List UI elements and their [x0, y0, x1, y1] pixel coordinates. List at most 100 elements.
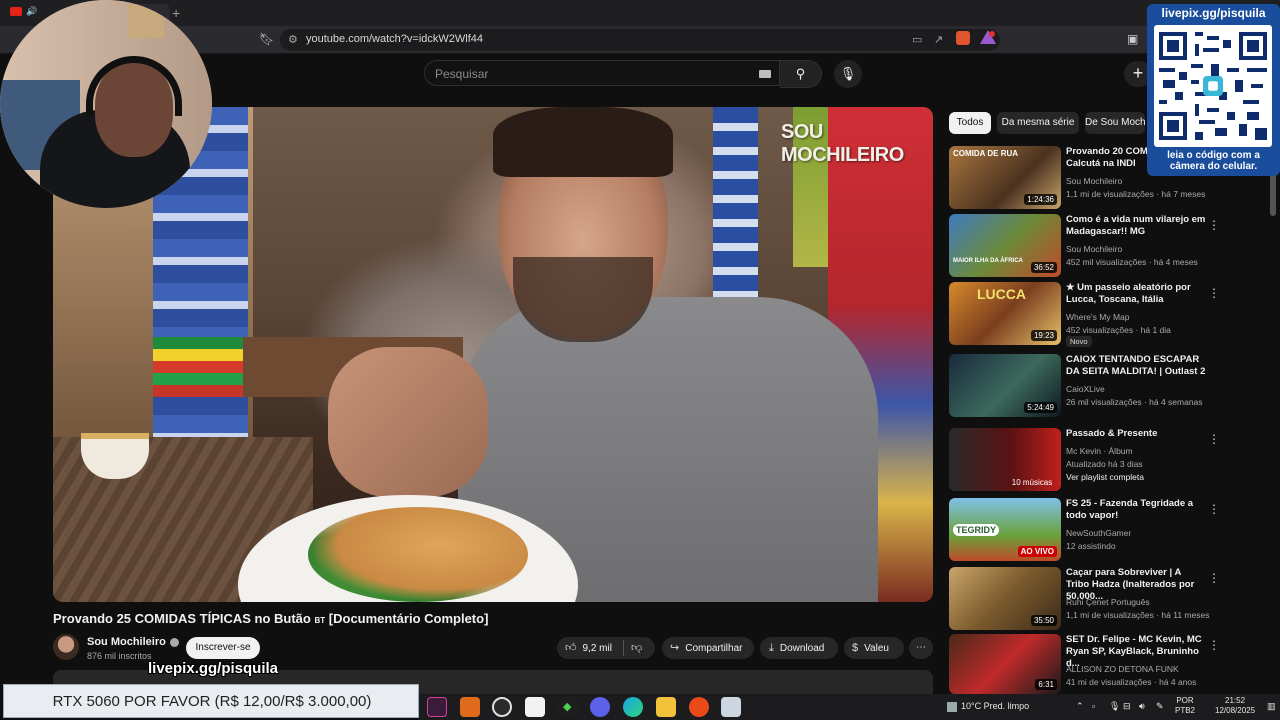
video-title[interactable]: ★ Um passeio aleatório por Lucca, Toscan… — [1066, 282, 1206, 306]
video-thumbnail[interactable]: 6:31 — [949, 634, 1061, 694]
search-button[interactable]: ⚲ — [780, 60, 822, 88]
list-item[interactable]: 5:24:49 CAIOX TENTANDO ESCAPAR DA SEITA … — [949, 354, 1269, 418]
video-meta: 452 visualizações · há 1 dia — [1066, 325, 1171, 335]
taskbar: ◆ 10°C Pred. limpo ⌃ ▫ 🎙︎ ⊟ 🔊︎ ✎ POR PTB2… — [419, 694, 1280, 720]
app-icon-ableton[interactable] — [460, 697, 480, 717]
tray-overflow-icon[interactable]: ⌃ — [1076, 701, 1084, 712]
list-item[interactable]: MAIOR ILHA DA ÁFRICA 36:52 Como é a vida… — [949, 214, 1269, 278]
channel-name[interactable]: NewSouthGamer — [1066, 528, 1131, 538]
channel-avatar[interactable] — [53, 634, 79, 660]
microphone-icon[interactable]: 🎙︎ — [1109, 701, 1120, 712]
verified-icon — [169, 637, 179, 647]
video-thumbnail[interactable]: LUCCA 19:23 — [949, 282, 1061, 345]
volume-icon[interactable]: 🔊︎ — [1139, 701, 1145, 712]
list-item[interactable]: LUCCA 19:23 ★ Um passeio aleatório por L… — [949, 282, 1269, 347]
chip-all[interactable]: Todos — [949, 112, 991, 134]
list-item[interactable]: 10 músicas Passado & Presente Mc Kevin ·… — [949, 428, 1269, 492]
dislike-button[interactable]: 👎︎ — [631, 637, 648, 660]
video-thumbnail[interactable]: 35:50 — [949, 567, 1061, 630]
app-icon-notes[interactable] — [721, 697, 741, 717]
clock[interactable]: 21:52 12/08/2025 — [1215, 696, 1255, 716]
qr-instructions: leia o código com a câmera do celular. — [1147, 150, 1280, 172]
pen-icon[interactable]: ✎ — [1156, 701, 1164, 712]
app-icon-discord[interactable] — [590, 697, 610, 717]
cast-icon[interactable]: ▭ — [912, 33, 922, 46]
video-meta: 1,1 mi de visualizações · há 11 meses — [1066, 610, 1210, 620]
list-item[interactable]: 6:31 SET Dr. Felipe - MC Kevin, MC Ryan … — [949, 634, 1269, 694]
thanks-button[interactable]: $ Valeu — [844, 637, 904, 659]
app-icon-origin[interactable] — [689, 697, 709, 717]
sidebar-toggle-icon[interactable]: ▣ — [1127, 32, 1138, 46]
new-badge: Novo — [1066, 336, 1092, 347]
video-thumbnail[interactable]: TEGRIDY AO VIVO — [949, 498, 1061, 561]
tray-app-icon[interactable]: ▫ — [1092, 701, 1095, 711]
app-icon-epic[interactable] — [525, 697, 545, 717]
scene-pillar-bands — [153, 337, 248, 397]
site-info-icon[interactable]: ⚙ — [288, 33, 298, 46]
more-icon[interactable]: ⋮ — [1208, 638, 1220, 652]
brave-rewards-icon[interactable] — [980, 30, 996, 44]
channel-name[interactable]: Sou Mochileiro — [1066, 244, 1122, 254]
more-icon: ⋯ — [916, 642, 926, 653]
usb-icon[interactable]: ⊟ — [1123, 701, 1131, 712]
bookmark-icon[interactable]: 🔖︎ — [259, 32, 274, 46]
language-indicator[interactable]: POR PTB2 — [1175, 696, 1195, 716]
duration-badge: 35:50 — [1030, 615, 1057, 626]
thanks-icon: $ — [852, 642, 859, 654]
thumbs-down-icon: 👎︎ — [631, 642, 643, 654]
chip-same-series[interactable]: Da mesma série — [997, 112, 1079, 134]
more-icon[interactable]: ⋮ — [1208, 432, 1220, 446]
channel-name[interactable]: Ruhi Çenet Português — [1066, 597, 1150, 607]
keyboard-icon[interactable] — [759, 70, 771, 78]
address-bar[interactable]: ⚙ youtube.com/watch?v=idckW2Wlf44 ▭ ↗ — [280, 29, 1000, 51]
weather-widget[interactable]: 10°C Pred. limpo — [947, 701, 1029, 712]
channel-name[interactable]: Sou Mochileiro — [87, 636, 179, 648]
channel-name[interactable]: ALLISON ZO DETONA FUNK — [1066, 664, 1179, 674]
video-title[interactable]: Como é a vida num vilarejo em Madagascar… — [1066, 214, 1206, 238]
channel-name[interactable]: Where's My Map — [1066, 312, 1130, 322]
notification-icon[interactable]: ▥ — [1267, 701, 1276, 712]
thumbnail-text: LUCCA — [977, 286, 1026, 302]
duration-badge: 5:24:49 — [1024, 402, 1057, 413]
channel-name[interactable]: CaioXLive — [1066, 384, 1105, 394]
more-icon[interactable]: ⋮ — [1208, 502, 1220, 516]
video-title[interactable]: CAIOX TENTANDO ESCAPAR DA SEITA MALDITA!… — [1066, 354, 1206, 378]
list-item[interactable]: TEGRIDY AO VIVO FS 25 - Fazenda Tegridad… — [949, 498, 1269, 562]
app-icon-explorer[interactable] — [656, 697, 676, 717]
playlist-title[interactable]: Passado & Presente — [1066, 428, 1206, 440]
search-input[interactable]: Pesquisar — [424, 60, 780, 86]
video-thumbnail[interactable]: 5:24:49 — [949, 354, 1061, 417]
app-icon-vivaldi[interactable] — [427, 697, 447, 717]
share-page-icon[interactable]: ↗ — [934, 33, 943, 46]
voice-search-button[interactable]: 🎙︎ — [834, 60, 862, 88]
scene-food — [308, 507, 528, 602]
duration-badge: 1:24:36 — [1024, 194, 1057, 205]
channel-name[interactable]: Sou Mochileiro — [1066, 176, 1122, 186]
chip-from-channel[interactable]: De Sou Moch — [1085, 112, 1145, 134]
more-icon[interactable]: ⋮ — [1208, 218, 1220, 232]
video-title-text: Provando 25 COMIDAS TÍPICAS no Butão — [53, 611, 311, 626]
app-icon-edge[interactable] — [623, 697, 643, 717]
video-meta: 1,1 mi de visualizações · há 7 meses — [1066, 189, 1206, 199]
download-button[interactable]: ⤓ Download — [760, 637, 838, 659]
app-icon-nvidia[interactable]: ◆ — [558, 697, 578, 717]
qr-instructions-line-2: câmera do celular. — [1169, 161, 1258, 172]
video-thumbnail[interactable]: COMIDA DE RUA 1:24:36 — [949, 146, 1061, 209]
more-icon[interactable]: ⋮ — [1208, 571, 1220, 585]
list-item[interactable]: 35:50 Caçar para Sobreviver | A Tribo Ha… — [949, 567, 1269, 631]
video-title[interactable]: FS 25 - Fazenda Tegridade a todo vapor! — [1066, 498, 1206, 522]
playlist-updated: Atualizado há 3 dias — [1066, 459, 1143, 469]
subscribe-button[interactable]: Inscrever-se — [186, 637, 260, 659]
more-actions-button[interactable]: ⋯ — [909, 637, 933, 659]
brave-shield-icon[interactable] — [956, 31, 970, 45]
video-title: Provando 25 COMIDAS TÍPICAS no Butão BT … — [53, 611, 488, 626]
more-icon[interactable]: ⋮ — [1208, 286, 1220, 300]
video-thumbnail[interactable]: MAIOR ILHA DA ÁFRICA 36:52 — [949, 214, 1061, 277]
like-button[interactable]: 👍︎ 9,2 mil — [565, 637, 612, 660]
playlist-thumbnail[interactable]: 10 músicas — [949, 428, 1061, 491]
share-button[interactable]: ↪ Compartilhar — [662, 637, 754, 659]
app-icon-obs[interactable] — [492, 697, 512, 717]
view-full-playlist-link[interactable]: Ver playlist completa — [1066, 472, 1144, 482]
download-label: Download — [779, 643, 825, 654]
channel-name[interactable]: Mc Kevin · Álbum — [1066, 446, 1133, 456]
